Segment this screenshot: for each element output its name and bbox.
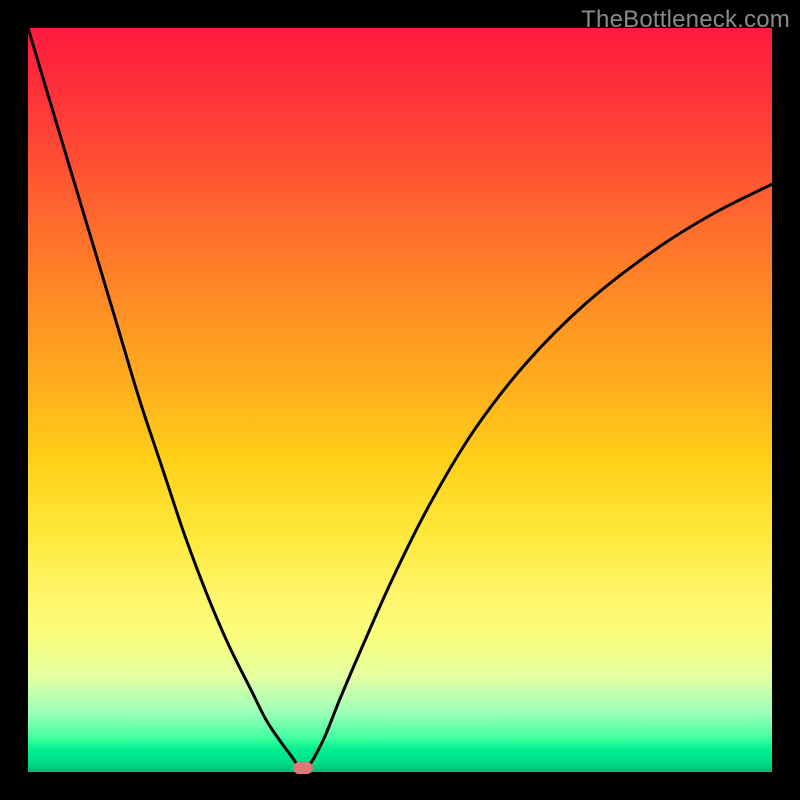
- chart-frame: TheBottleneck.com: [0, 0, 800, 800]
- chart-plot-area: [28, 28, 772, 772]
- watermark-text: TheBottleneck.com: [581, 6, 790, 34]
- optimum-marker: [293, 762, 313, 774]
- bottleneck-curve: [28, 28, 772, 772]
